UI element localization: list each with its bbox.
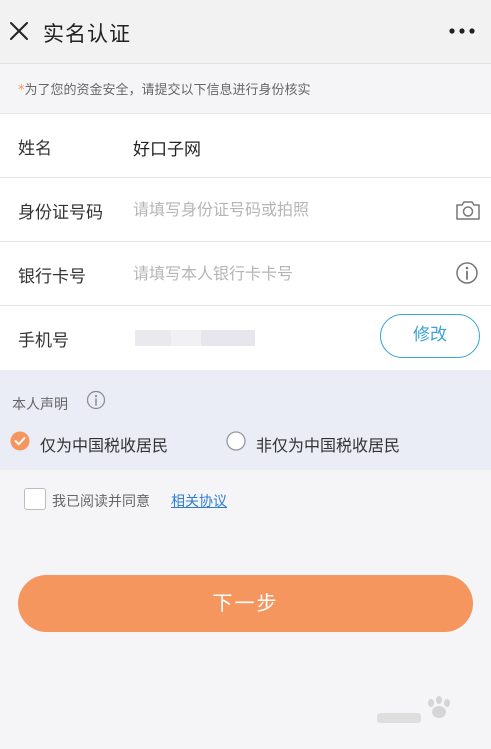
id-number-row: 身份证号码 xyxy=(0,178,491,242)
bank-card-row: 银行卡号 xyxy=(0,242,491,306)
security-notice: *为了您的资金安全，请提交以下信息进行身份核实 xyxy=(0,64,491,114)
radio-unchecked-icon xyxy=(226,431,246,451)
radio-not-only-tax-resident[interactable]: 非仅为中国税收居民 xyxy=(226,430,426,455)
close-icon[interactable] xyxy=(8,20,30,42)
id-number-label: 身份证号码 xyxy=(18,203,103,223)
agreement-row: 我已阅读并同意 相关协议 xyxy=(24,488,284,514)
radio-tax-resident-only[interactable]: 仅为中国税收居民 xyxy=(10,430,190,455)
next-step-button[interactable]: 下一步 xyxy=(18,575,473,632)
phone-row: 手机号 修改 xyxy=(0,306,491,370)
more-icon[interactable] xyxy=(447,22,477,40)
phone-number-masked xyxy=(135,330,255,346)
modify-phone-button[interactable]: 修改 xyxy=(380,314,480,358)
name-value: 好口子网 xyxy=(133,140,201,160)
page-title: 实名认证 xyxy=(43,22,131,46)
agreement-checkbox[interactable] xyxy=(24,488,46,510)
radio-label: 仅为中国税收居民 xyxy=(40,436,169,455)
radio-checked-icon xyxy=(10,431,30,451)
watermark-logo xyxy=(377,696,450,723)
nav-bar: 实名认证 xyxy=(0,0,491,64)
info-icon[interactable] xyxy=(455,261,479,285)
identity-form: 姓名 好口子网 身份证号码 银行卡号 手机号 修改 xyxy=(0,114,491,370)
name-row: 姓名 好口子网 xyxy=(0,114,491,178)
declaration-info-icon[interactable] xyxy=(86,390,106,410)
agreement-link[interactable]: 相关协议 xyxy=(171,491,227,511)
name-label: 姓名 xyxy=(18,139,52,159)
security-notice-text: 为了您的资金安全，请提交以下信息进行身份核实 xyxy=(24,83,311,98)
radio-label: 非仅为中国税收居民 xyxy=(256,436,401,455)
id-number-input[interactable] xyxy=(133,194,433,224)
phone-label: 手机号 xyxy=(18,331,69,351)
agreement-text: 我已阅读并同意 xyxy=(52,494,150,510)
camera-icon[interactable] xyxy=(455,198,481,222)
declaration-title: 本人声明 xyxy=(12,397,68,413)
bank-card-label: 银行卡号 xyxy=(18,267,86,287)
tax-declaration: 本人声明 仅为中国税收居民 非仅为中国税收居民 xyxy=(0,370,491,470)
bank-card-input[interactable] xyxy=(133,258,433,288)
